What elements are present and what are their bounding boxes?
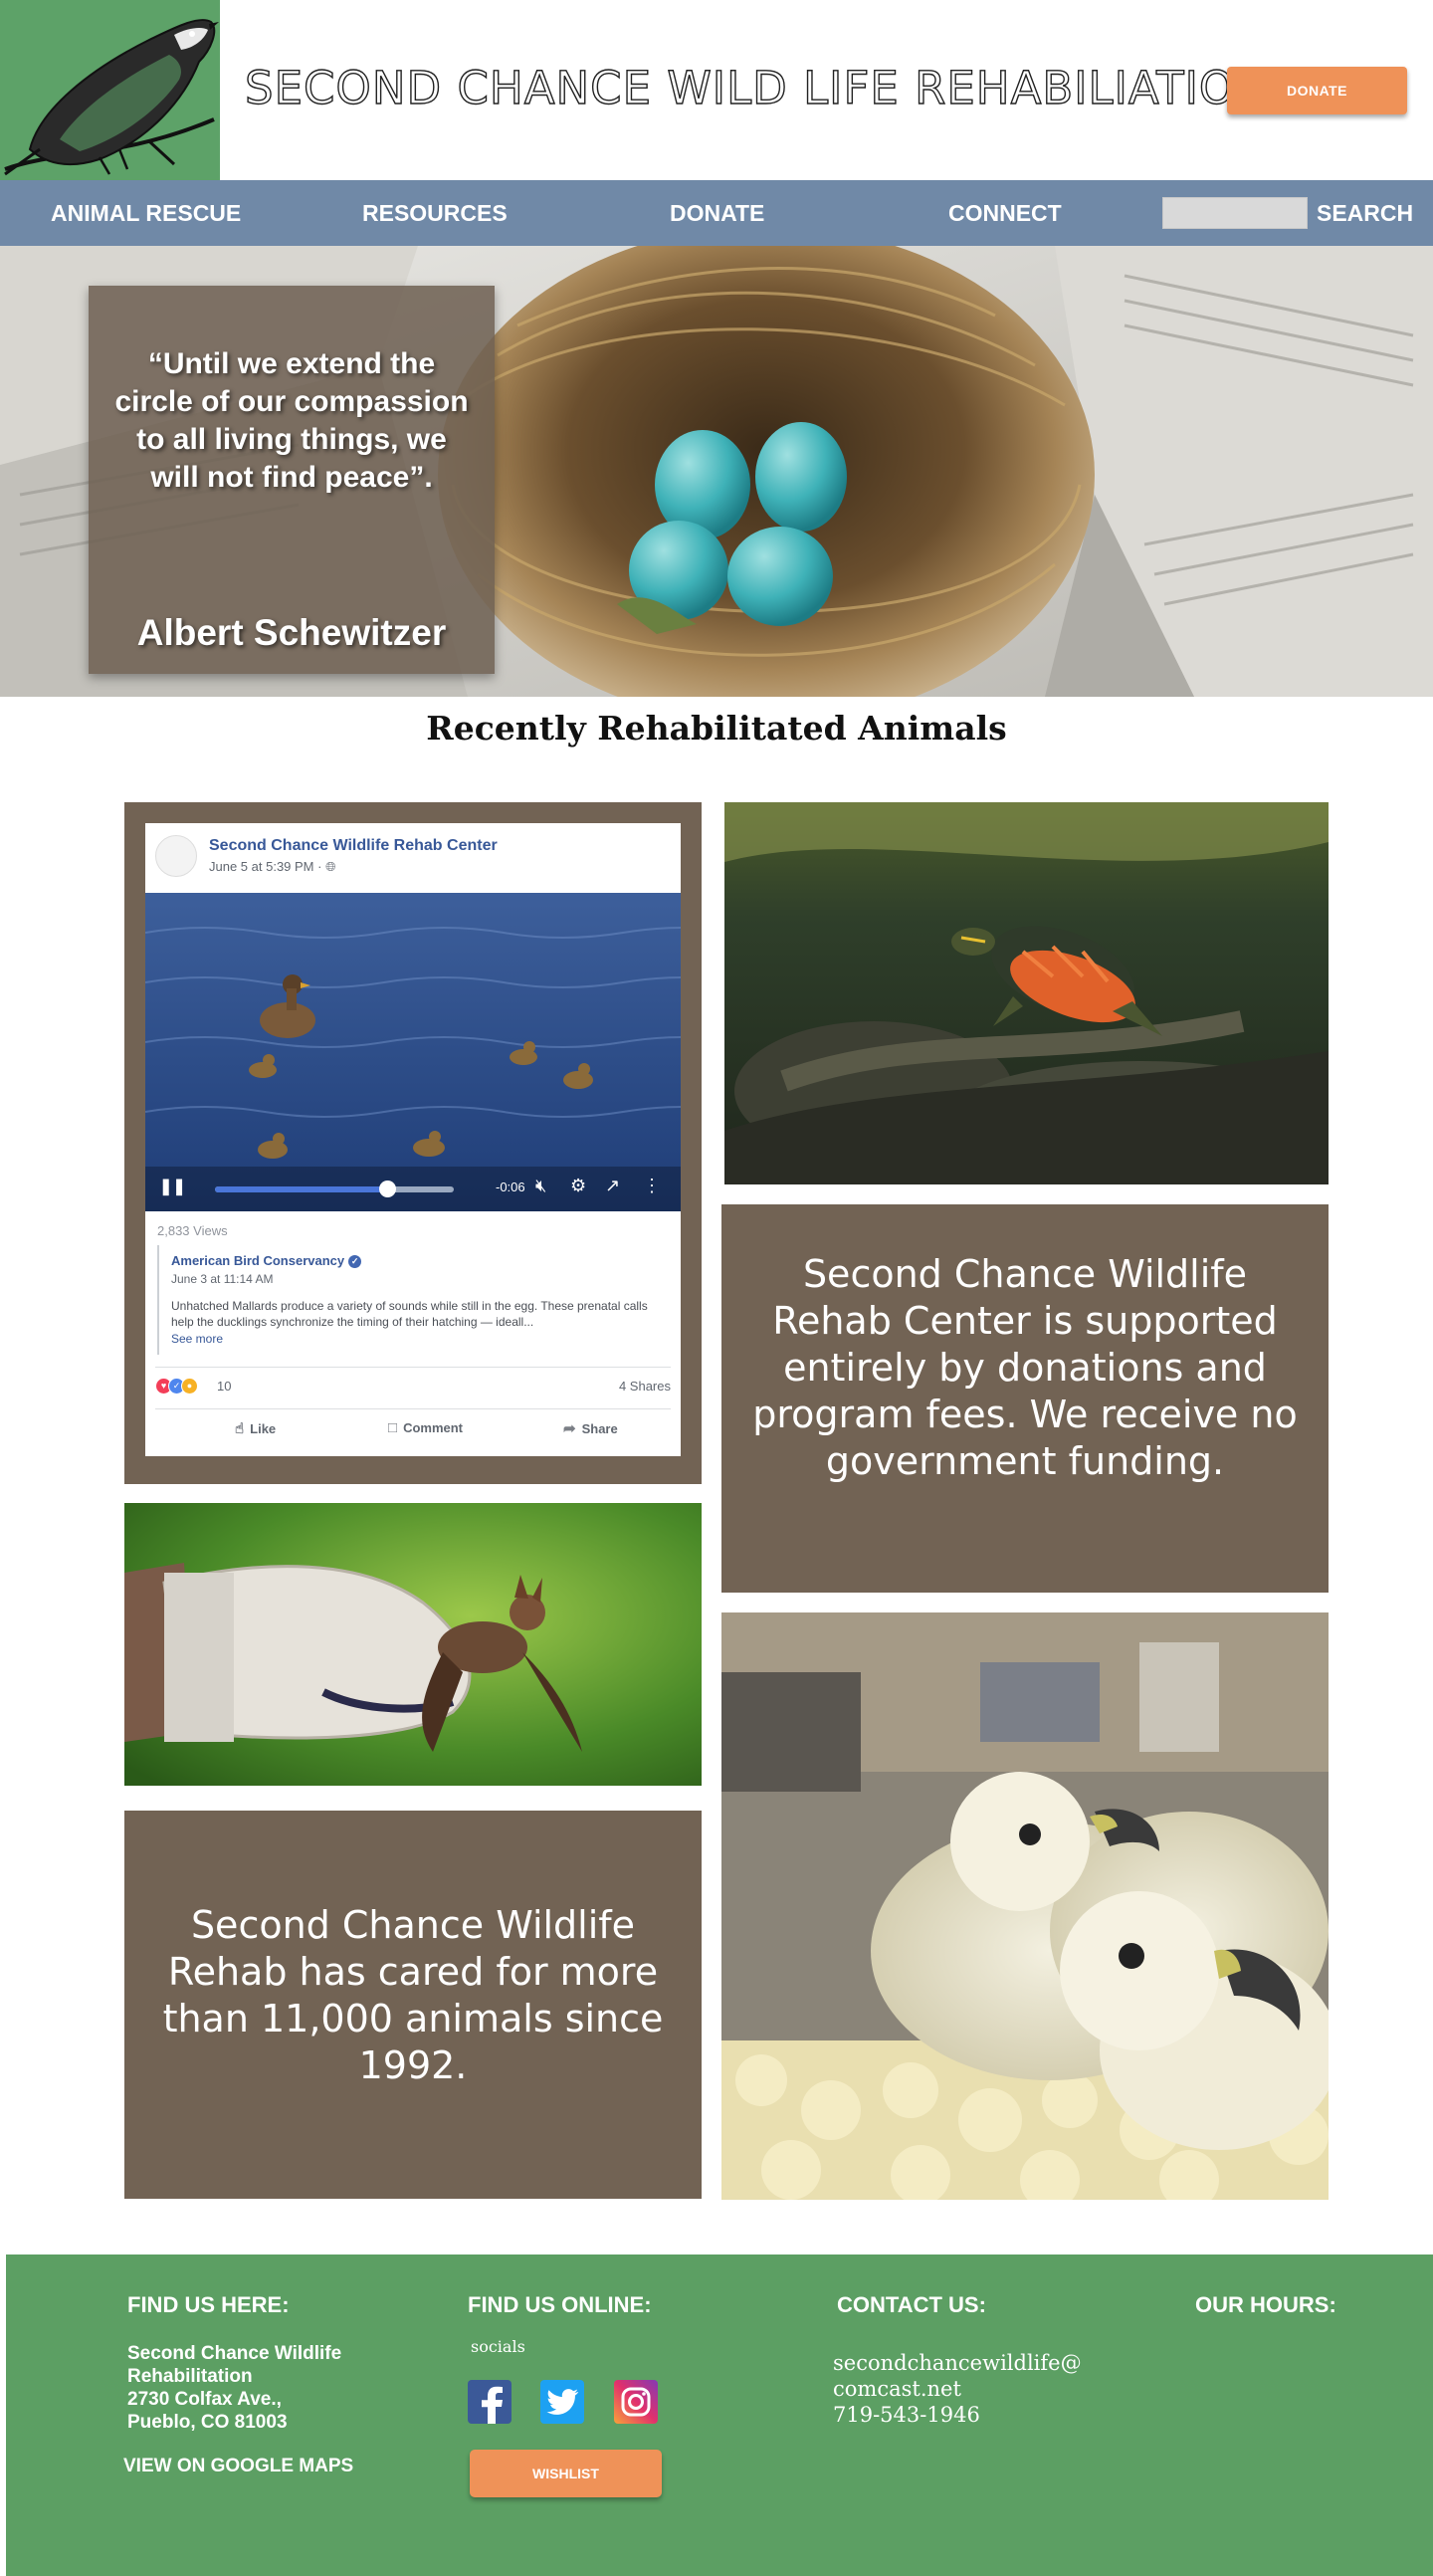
fb-actions-row: ☝︎ Like □ Comment ➦ Share <box>155 1408 671 1448</box>
site-title: SECOND CHANCE WILD LIFE REHABILIATION <box>244 61 1271 114</box>
wishlist-button[interactable]: WISHLIST <box>470 2450 662 2497</box>
section-title: Recently Rehabilitated Animals <box>426 709 1007 748</box>
nav-item-animal-rescue[interactable]: ANIMAL RESCUE <box>51 180 241 246</box>
fb-comment-button[interactable]: □ Comment <box>388 1419 463 1436</box>
gear-icon[interactable]: ⚙︎ <box>570 1176 586 1196</box>
footer-heading-find-us-here: FIND US HERE: <box>127 2292 290 2317</box>
fb-views-count: 2,833 Views <box>157 1223 228 1238</box>
globe-icon: 🌐︎ <box>325 859 336 874</box>
hero-quote-author: Albert Schewitzer <box>136 612 447 653</box>
twitter-icon[interactable] <box>540 2380 584 2424</box>
fullscreen-icon[interactable]: ↗︎ <box>605 1176 620 1196</box>
site-header: SECOND CHANCE WILD LIFE REHABILIATION DO… <box>0 0 1433 180</box>
facebook-post-tile: Second Chance Wildlife Rehab Center June… <box>124 802 702 1484</box>
wow-reaction-icon: ● <box>181 1378 198 1395</box>
animals-cared-tile: Second Chance Wildlife Rehab has cared f… <box>124 1811 702 2199</box>
verified-badge-icon: ✓ <box>348 1255 362 1269</box>
share-arrow-icon: ➦ <box>563 1420 576 1437</box>
socials-label: socials <box>471 2337 525 2356</box>
bat-in-glove-image <box>124 1503 702 1786</box>
thumbs-up-icon: ☝︎ <box>235 1420 245 1437</box>
fb-like-button[interactable]: ☝︎ Like <box>235 1419 276 1437</box>
search-button[interactable]: SEARCH <box>1317 180 1413 246</box>
animals-cared-text: Second Chance Wildlife Rehab has cared f… <box>162 1903 664 2087</box>
fb-shared-body: Unhatched Mallards produce a variety of … <box>171 1299 648 1330</box>
fb-shared-author[interactable]: American Bird Conservancy <box>171 1253 344 1268</box>
fb-post-header: Second Chance Wildlife Rehab Center June… <box>145 823 681 893</box>
footer-contact-info: secondchancewildlife@ comcast.net 719-54… <box>833 2350 1082 2428</box>
fb-page-avatar[interactable] <box>155 835 197 877</box>
fb-reactions-row: ♥ ✓ ● 10 4 Shares <box>155 1367 671 1398</box>
fb-reaction-icons[interactable]: ♥ ✓ ● <box>155 1378 198 1395</box>
hawk-chicks-image <box>721 1612 1329 2200</box>
fb-video-progress <box>215 1186 387 1192</box>
facebook-icon[interactable] <box>468 2380 512 2425</box>
fb-shares-count[interactable]: 4 Shares <box>619 1379 671 1394</box>
chickadee-bird-icon[interactable] <box>0 0 220 180</box>
facebook-post-embed[interactable]: Second Chance Wildlife Rehab Center June… <box>145 823 681 1456</box>
comment-icon: □ <box>388 1419 398 1436</box>
fb-video-time: -0:06 <box>496 1180 525 1194</box>
quote-box: “Until we extend the circle of our compa… <box>89 286 495 674</box>
fb-video-seek-handle[interactable] <box>378 1181 396 1197</box>
fb-share-button[interactable]: ➦ Share <box>563 1419 618 1437</box>
mute-icon[interactable]: 🔇︎ <box>535 1176 546 1196</box>
nav-item-donate[interactable]: DONATE <box>670 180 764 246</box>
footer-heading-our-hours: OUR HOURS: <box>1195 2292 1336 2317</box>
funding-info-tile: Second Chance Wildlife Rehab Center is s… <box>721 1204 1329 1593</box>
footer-email[interactable]: secondchancewildlife@ <box>833 2350 1082 2376</box>
footer-heading-contact-us: CONTACT US: <box>837 2292 986 2317</box>
site-footer: FIND US HERE: Second Chance Wildlife Reh… <box>6 2254 1433 2576</box>
fb-video-player[interactable]: ❚❚ -0:06 🔇︎ ⚙︎ ↗︎ ⋮ <box>145 893 681 1211</box>
fb-video-controls: ❚❚ -0:06 🔇︎ ⚙︎ ↗︎ ⋮ <box>145 1167 681 1211</box>
instagram-icon[interactable] <box>614 2380 658 2424</box>
more-options-icon[interactable]: ⋮ <box>643 1176 661 1196</box>
fb-page-name[interactable]: Second Chance Wildlife Rehab Center <box>209 837 498 855</box>
fb-shared-post: American Bird Conservancy ✓ June 3 at 11:… <box>157 1245 669 1355</box>
hero-quote: “Until we extend the circle of our compa… <box>114 347 469 494</box>
fb-video-seekbar[interactable] <box>215 1181 454 1197</box>
footer-heading-find-us-online: FIND US ONLINE: <box>468 2292 652 2317</box>
donate-button[interactable]: DONATE <box>1227 67 1407 114</box>
fb-post-date: June 5 at 5:39 PM · <box>209 859 326 874</box>
main-nav: ANIMAL RESCUE RESOURCES DONATE CONNECT S… <box>0 180 1433 246</box>
footer-address: Second Chance Wildlife Rehabilitation 27… <box>127 2343 342 2433</box>
funding-info-text: Second Chance Wildlife Rehab Center is s… <box>752 1252 1298 1483</box>
footer-email-domain[interactable]: comcast.net <box>833 2376 1082 2402</box>
fb-shared-date: June 3 at 11:14 AM <box>171 1272 274 1287</box>
footer-phone[interactable]: 719-543-1946 <box>833 2402 1082 2428</box>
pause-icon[interactable]: ❚❚ <box>159 1177 186 1196</box>
ducklings-video-image <box>145 893 681 1211</box>
google-maps-link[interactable]: VIEW ON GOOGLE MAPS <box>123 2456 353 2477</box>
search-input[interactable] <box>1162 197 1308 229</box>
hero-banner: “Until we extend the circle of our compa… <box>0 246 1433 697</box>
fb-see-more-link[interactable]: See more <box>171 1332 669 1346</box>
fb-reaction-count[interactable]: 10 <box>217 1379 231 1394</box>
nav-item-resources[interactable]: RESOURCES <box>362 180 508 246</box>
turtle-image <box>724 802 1329 1184</box>
nav-item-connect[interactable]: CONNECT <box>948 180 1062 246</box>
